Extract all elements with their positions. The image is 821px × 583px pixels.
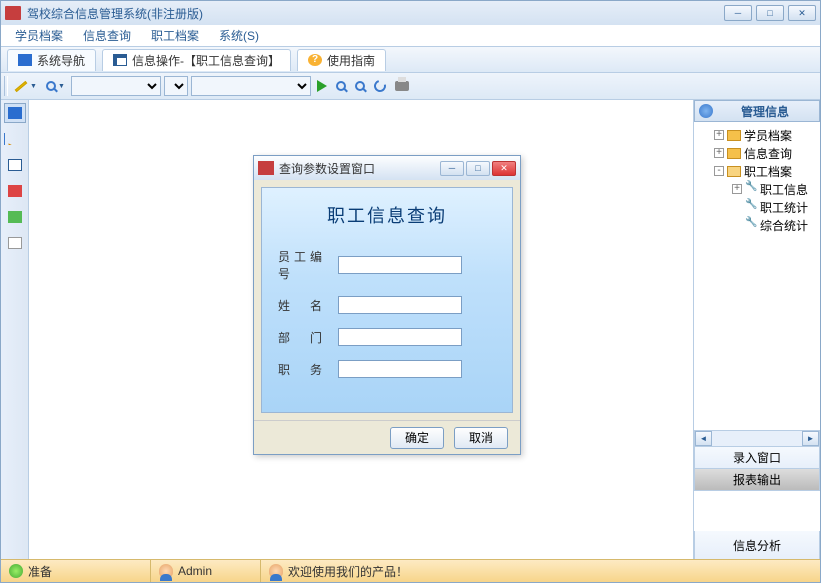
doc-icon: [8, 159, 22, 171]
menu-staff[interactable]: 职工档案: [141, 25, 209, 46]
wrench-icon-2: [745, 201, 757, 213]
tree-staff-comp[interactable]: 综合统计: [732, 216, 820, 234]
left-btn-3[interactable]: [4, 155, 26, 175]
green-icon: [8, 211, 22, 223]
bar-icon: [8, 237, 22, 249]
minimize-button[interactable]: ─: [724, 5, 752, 21]
help-icon: ?: [308, 54, 322, 66]
mag2-icon: [355, 81, 365, 91]
maximize-button[interactable]: □: [756, 5, 784, 21]
square-icon: [8, 107, 22, 119]
tree-staff[interactable]: -职工档案: [714, 162, 820, 180]
input-empid[interactable]: [338, 256, 462, 274]
scroll-right[interactable]: ►: [802, 431, 819, 446]
dialog-icon: [258, 161, 274, 175]
close-button[interactable]: ✕: [788, 5, 816, 21]
print-button[interactable]: [392, 79, 412, 93]
tab-guide[interactable]: ?使用指南: [297, 49, 386, 71]
combo-1[interactable]: [71, 76, 161, 96]
dialog-title: 查询参数设置窗口: [279, 160, 375, 177]
label-duty: 职 务: [278, 361, 338, 378]
user-icon-2: [269, 564, 283, 578]
ready-icon: [9, 564, 23, 578]
menu-system[interactable]: 系统(S): [209, 25, 269, 46]
left-btn-1[interactable]: [4, 103, 26, 123]
mag1-icon: [336, 81, 346, 91]
left-btn-5[interactable]: [4, 207, 26, 227]
nav-icon: [18, 54, 32, 66]
status-user: Admin: [151, 560, 261, 582]
statusbar: 准备 Admin 欢迎使用我们的产品！: [1, 559, 820, 582]
tree-query[interactable]: +信息查询: [714, 144, 820, 162]
refresh-button[interactable]: [371, 78, 389, 94]
red-icon: [8, 185, 22, 197]
input-name[interactable]: [338, 296, 462, 314]
left-iconbar: [1, 100, 29, 559]
combo-2[interactable]: [164, 76, 188, 96]
right-hscroll[interactable]: ◄ ►: [694, 430, 820, 447]
tab-nav[interactable]: 系统导航: [7, 49, 96, 71]
find-user2-button[interactable]: [352, 79, 368, 93]
ok-button[interactable]: 确定: [390, 427, 444, 449]
printer-icon: [395, 81, 409, 91]
tab-info[interactable]: 信息操作-【职工信息查询】: [102, 49, 291, 71]
search-button[interactable]: ▼: [43, 79, 68, 93]
dialog-header: 职工信息查询: [278, 202, 496, 228]
wrench-icon: [745, 183, 757, 195]
label-empid: 员工编号: [278, 248, 338, 282]
window-title: 驾校综合信息管理系统(非注册版): [27, 5, 203, 22]
pencil-icon: [15, 80, 28, 91]
search-icon: [46, 81, 56, 91]
right-panel: 管理信息 +学员档案 +信息查询 -职工档案 +职工信息 职工统计 综合统计 ◄…: [694, 100, 820, 559]
play-icon: [317, 80, 327, 92]
dialog-close[interactable]: ✕: [492, 161, 516, 176]
status-welcome: 欢迎使用我们的产品！: [261, 560, 820, 582]
user-icon: [159, 564, 173, 578]
label-dept: 部 门: [278, 329, 338, 346]
btn-input-window[interactable]: 录入窗口: [694, 447, 820, 469]
info-icon: [699, 104, 713, 118]
label-name: 姓 名: [278, 297, 338, 314]
main-window: 驾校综合信息管理系统(非注册版) ─ □ ✕ 学员档案 信息查询 职工档案 系统…: [0, 0, 821, 583]
find-user-button[interactable]: [333, 79, 349, 93]
wrench-icon-3: [745, 219, 757, 231]
titlebar: 驾校综合信息管理系统(非注册版) ─ □ ✕: [1, 1, 820, 25]
center-area: 查询参数设置窗口 ─ □ ✕ 职工信息查询 员工编号 姓 名 部 门 职 务: [29, 100, 694, 559]
tree-icon: [4, 133, 26, 145]
menu-query[interactable]: 信息查询: [73, 25, 141, 46]
query-dialog: 查询参数设置窗口 ─ □ ✕ 职工信息查询 员工编号 姓 名 部 门 职 务: [253, 155, 521, 455]
input-dept[interactable]: [338, 328, 462, 346]
btn-report[interactable]: 报表输出: [694, 469, 820, 491]
scroll-left[interactable]: ◄: [695, 431, 712, 446]
combo-3[interactable]: [191, 76, 311, 96]
tab-strip: 系统导航 信息操作-【职工信息查询】 ?使用指南: [1, 47, 820, 73]
menu-student[interactable]: 学员档案: [5, 25, 73, 46]
swirl-icon: [372, 78, 388, 94]
dialog-titlebar[interactable]: 查询参数设置窗口 ─ □ ✕: [254, 156, 520, 180]
left-btn-6[interactable]: [4, 233, 26, 253]
cancel-button[interactable]: 取消: [454, 427, 508, 449]
app-icon: [5, 6, 21, 20]
right-header: 管理信息: [694, 100, 820, 122]
dialog-minimize[interactable]: ─: [440, 161, 464, 176]
run-button[interactable]: [314, 78, 330, 94]
tree-student[interactable]: +学员档案: [714, 126, 820, 144]
left-btn-4[interactable]: [4, 181, 26, 201]
status-ready: 准备: [1, 560, 151, 582]
tree-staff-info[interactable]: +职工信息: [732, 180, 820, 198]
menubar: 学员档案 信息查询 职工档案 系统(S): [1, 25, 820, 47]
edit-button[interactable]: ▼: [11, 81, 40, 92]
grid-icon: [113, 54, 127, 66]
btn-analysis[interactable]: 信息分析: [694, 531, 820, 559]
tree-staff-stat[interactable]: 职工统计: [732, 198, 820, 216]
toolbar: ▼ ▼: [1, 73, 820, 100]
tree: +学员档案 +信息查询 -职工档案 +职工信息 职工统计 综合统计: [694, 122, 820, 430]
left-btn-2[interactable]: [4, 129, 26, 149]
input-duty[interactable]: [338, 360, 462, 378]
dialog-maximize[interactable]: □: [466, 161, 490, 176]
